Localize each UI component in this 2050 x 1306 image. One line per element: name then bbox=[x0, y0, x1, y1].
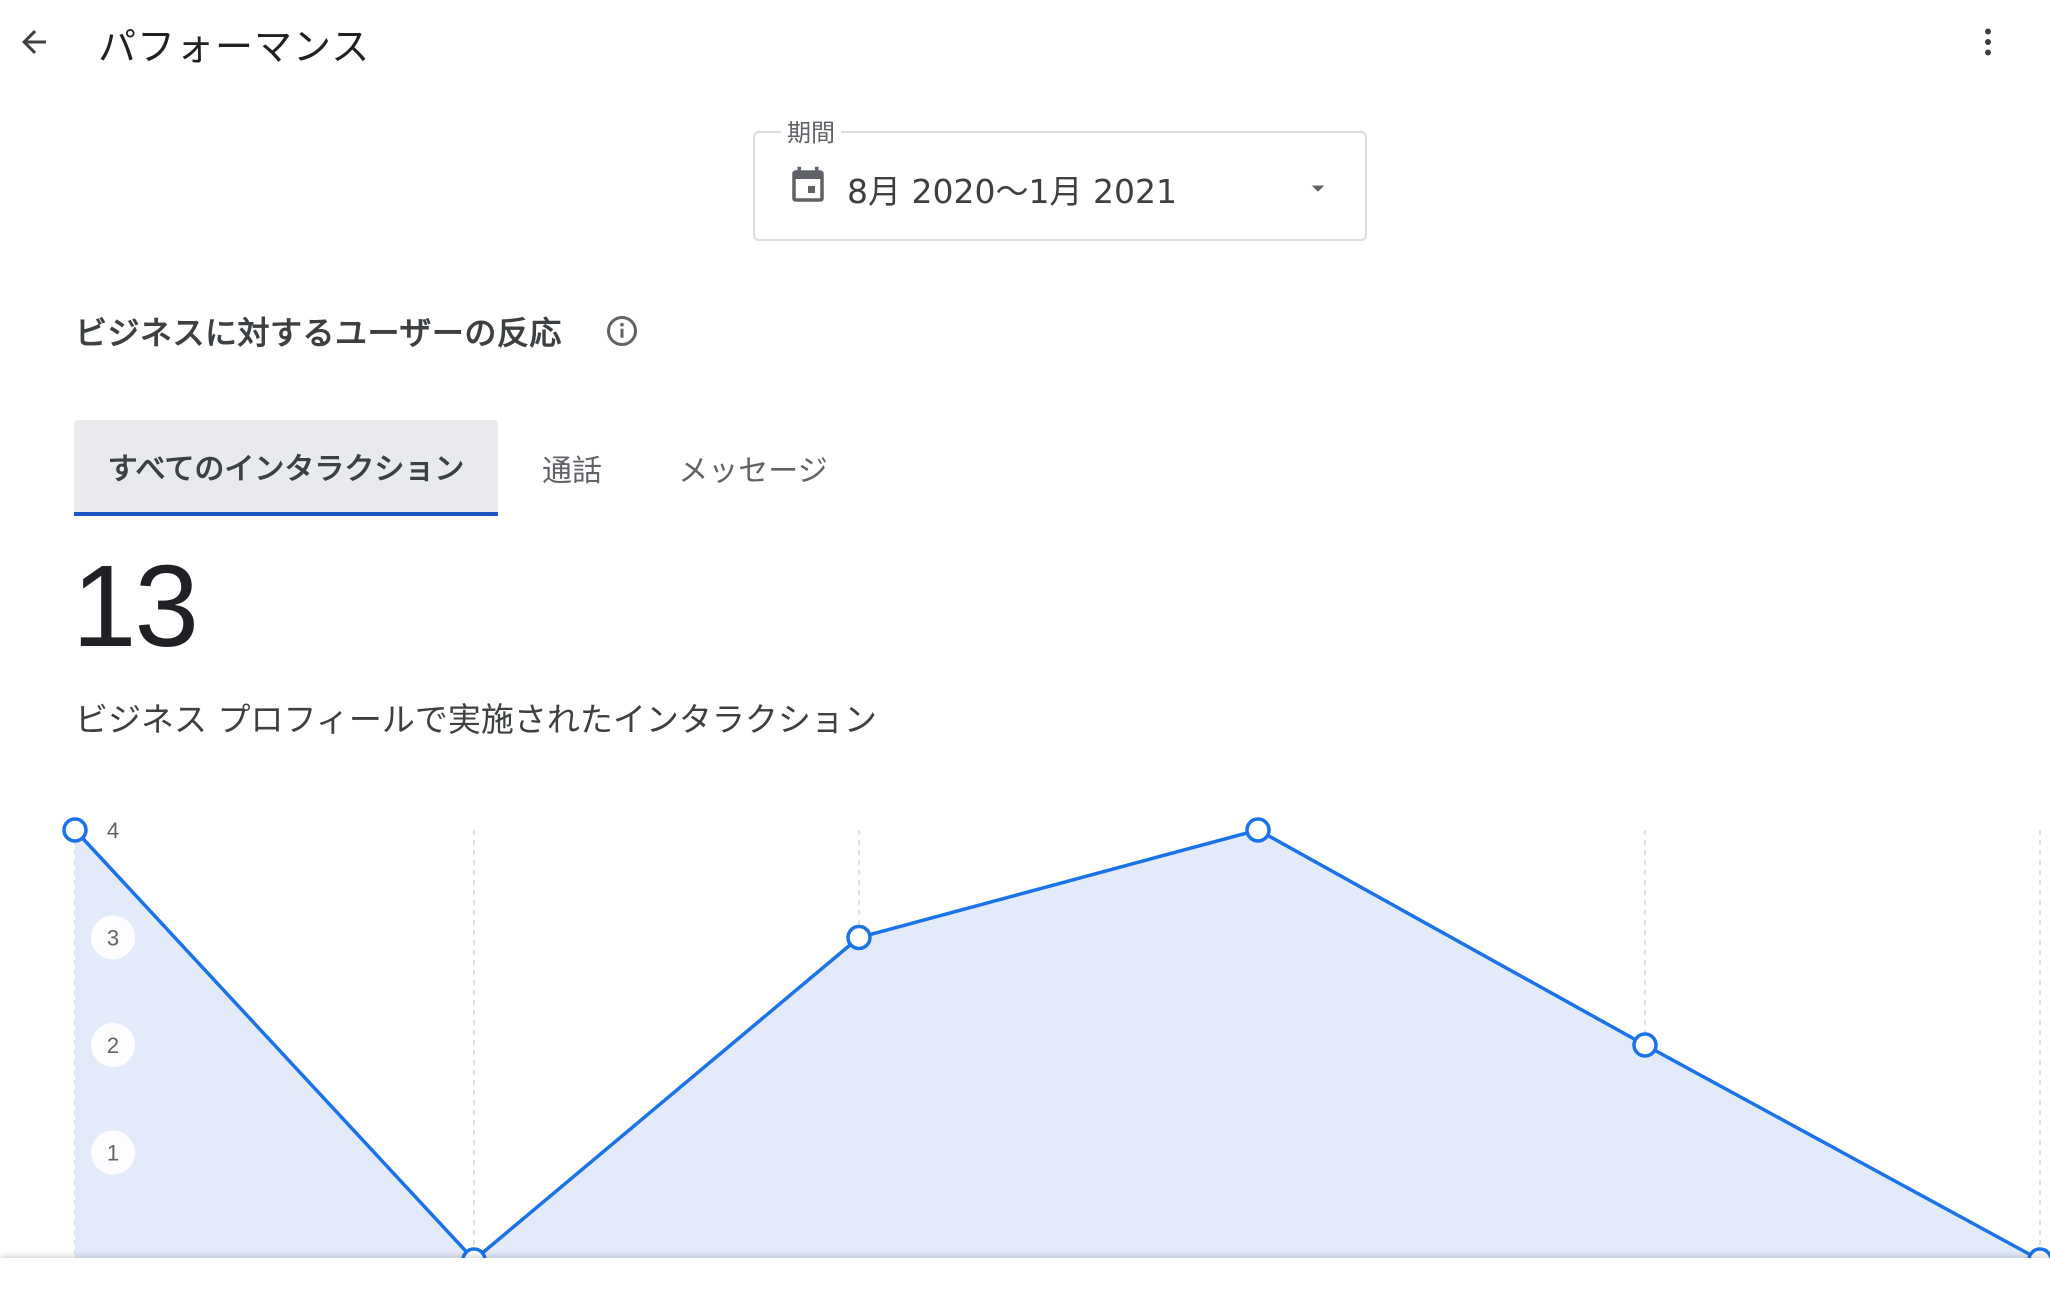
chart-point[interactable] bbox=[1245, 817, 1271, 843]
y-tick-label: 3 bbox=[91, 915, 135, 960]
metric-caption: ビジネス プロフィールで実施されたインタラクション bbox=[75, 700, 877, 739]
period-select[interactable]: 期間 8月 2020〜1月 2021 bbox=[753, 113, 1367, 241]
arrow-back-icon bbox=[22, 30, 46, 54]
app-header: パフォーマンス bbox=[0, 0, 2050, 86]
chart-point[interactable] bbox=[62, 817, 88, 843]
chart-point[interactable] bbox=[846, 924, 872, 951]
bottom-bar bbox=[0, 1258, 2050, 1306]
back-button[interactable] bbox=[12, 20, 56, 64]
dropdown-arrow-icon bbox=[1311, 185, 1325, 192]
period-label: 期間 bbox=[781, 113, 841, 148]
interactions-area-chart: 1 2 3 4 bbox=[62, 817, 2050, 1260]
section-title: ビジネスに対するユーザーの反応 bbox=[75, 314, 562, 352]
interaction-count: 13 bbox=[72, 541, 199, 671]
page-title: パフォーマンス bbox=[98, 25, 371, 69]
tab-messages[interactable]: メッセージ bbox=[646, 420, 860, 516]
tab-all-interactions[interactable]: すべてのインタラクション bbox=[74, 420, 498, 516]
calendar-icon bbox=[792, 166, 824, 202]
y-tick-label: 2 bbox=[91, 1023, 135, 1067]
y-tick-label: 4 bbox=[107, 818, 119, 843]
y-tick-text: 2 bbox=[107, 1033, 119, 1058]
y-tick-text: 3 bbox=[107, 926, 119, 951]
y-tick-label: 1 bbox=[91, 1130, 135, 1175]
period-value: 8月 2020〜1月 2021 bbox=[847, 172, 1177, 211]
chart-area-fill bbox=[75, 830, 2040, 1260]
chart-point[interactable] bbox=[1632, 1032, 1658, 1058]
y-tick-text: 1 bbox=[107, 1141, 119, 1166]
more-options-button[interactable] bbox=[1966, 20, 2010, 64]
y-tick-text: 4 bbox=[107, 818, 119, 843]
more-vert-icon bbox=[1985, 28, 1991, 56]
tab-calls[interactable]: 通話 bbox=[510, 420, 634, 516]
info-icon[interactable] bbox=[604, 313, 640, 349]
